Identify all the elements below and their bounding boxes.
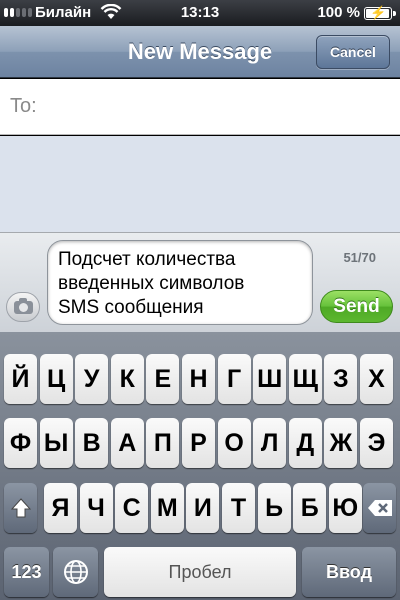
key-С[interactable]: С [115, 483, 149, 533]
key-З[interactable]: З [324, 354, 358, 404]
key-И[interactable]: И [186, 483, 220, 533]
cancel-button[interactable]: Cancel [316, 35, 390, 69]
message-input[interactable]: Подсчет количества введенных символов SM… [47, 240, 313, 325]
key-М[interactable]: М [150, 483, 184, 533]
key-Ш[interactable]: Ш [253, 354, 287, 404]
key-Б[interactable]: Б [293, 483, 327, 533]
key-О[interactable]: О [217, 418, 251, 468]
navigation-bar: New Message Cancel [0, 26, 400, 78]
globe-icon [63, 560, 88, 584]
key-Ы[interactable]: Ы [39, 418, 73, 468]
key-А[interactable]: А [110, 418, 144, 468]
send-button[interactable]: Send [320, 290, 393, 323]
character-counter: 51/70 [343, 250, 376, 265]
key-Т[interactable]: Т [222, 483, 255, 533]
status-bar: Билайн 13:13 100 % ⚡ [0, 0, 400, 26]
keyboard: 123 Пробел Ввод ЙЦУКЕНГШЩЗХ ФЫВАПРОЛДЖЭ ЯЧ… [0, 332, 400, 600]
key-В[interactable]: В [75, 418, 109, 468]
key-Х[interactable]: Х [360, 354, 393, 404]
key-Э[interactable]: Э [360, 418, 393, 468]
key-П[interactable]: П [146, 418, 180, 468]
key-Ж[interactable]: Ж [324, 418, 358, 468]
key-Й[interactable]: Й [4, 354, 37, 404]
numbers-key[interactable]: 123 [4, 547, 49, 597]
camera-icon [14, 298, 33, 314]
key-У[interactable]: У [75, 354, 109, 404]
key-Р[interactable]: Р [182, 418, 215, 468]
key-Л[interactable]: Л [253, 418, 287, 468]
recipient-field[interactable]: To: [0, 79, 400, 135]
battery-icon: ⚡ [364, 6, 396, 20]
key-Ч[interactable]: Ч [79, 483, 113, 533]
compose-bar: Подсчет количества введенных символов SM… [0, 232, 400, 332]
key-Д[interactable]: Д [288, 418, 322, 468]
message-thread [0, 136, 400, 232]
backspace-icon [367, 500, 392, 516]
space-key[interactable]: Пробел [104, 547, 296, 597]
key-Я[interactable]: Я [44, 483, 77, 533]
recipient-label: To: [10, 95, 37, 117]
key-Н[interactable]: Н [182, 354, 215, 404]
key-Е[interactable]: Е [146, 354, 180, 404]
key-Щ[interactable]: Щ [288, 354, 322, 404]
globe-key[interactable] [53, 547, 98, 597]
key-Ю[interactable]: Ю [328, 483, 362, 533]
shift-key[interactable] [4, 483, 37, 533]
shift-icon [10, 498, 31, 518]
key-Ц[interactable]: Ц [39, 354, 73, 404]
battery-percent: 100 % [317, 4, 360, 21]
key-Г[interactable]: Г [217, 354, 251, 404]
backspace-key[interactable] [363, 483, 396, 533]
key-Ф[interactable]: Ф [4, 418, 37, 468]
enter-key[interactable]: Ввод [302, 547, 396, 597]
camera-button[interactable] [6, 292, 40, 322]
key-Ь[interactable]: Ь [257, 483, 291, 533]
key-К[interactable]: К [110, 354, 144, 404]
